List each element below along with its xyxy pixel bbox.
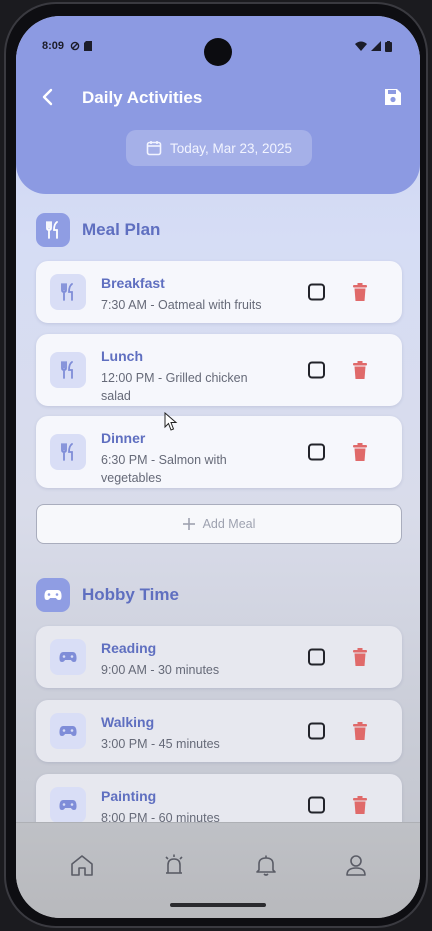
hobby-section-title: Hobby Time — [82, 585, 179, 604]
wifi-icon — [355, 41, 367, 51]
app-screen: 8:09 Daily Activities Today, Mar 23, 202… — [16, 16, 420, 918]
hobby-item-reading[interactable]: Reading 9:00 AM - 30 minutes — [36, 626, 402, 688]
save-icon — [385, 89, 401, 105]
gamepad-icon — [36, 578, 70, 612]
meal-name: Breakfast — [101, 275, 165, 291]
hobby-name: Reading — [101, 640, 157, 656]
complete-checkbox[interactable] — [308, 361, 325, 379]
hobby-description: 3:00 PM - 45 minutes — [101, 737, 220, 751]
nav-notifications[interactable] — [252, 851, 280, 879]
phone-frame: 8:09 Daily Activities Today, Mar 23, 202… — [4, 2, 428, 928]
delete-icon[interactable] — [352, 283, 368, 301]
complete-checkbox[interactable] — [308, 722, 325, 740]
delete-icon[interactable] — [352, 722, 368, 740]
meal-item-lunch[interactable]: Lunch 12:00 PM - Grilled chicken salad — [36, 334, 402, 406]
sim-icon — [84, 41, 93, 51]
complete-checkbox[interactable] — [308, 796, 325, 814]
hobby-section-header: Hobby Time — [36, 578, 179, 612]
complete-checkbox[interactable] — [308, 443, 325, 461]
hobby-name: Walking — [101, 714, 155, 730]
dnd-icon — [70, 41, 80, 51]
gamepad-icon — [50, 713, 86, 749]
mouse-cursor-icon — [164, 412, 178, 431]
utensils-icon — [36, 213, 70, 247]
save-button[interactable] — [380, 84, 406, 110]
alarm-icon — [165, 854, 183, 874]
calendar-icon — [146, 141, 162, 156]
nav-profile[interactable] — [342, 851, 370, 879]
status-time: 8:09 — [42, 40, 65, 52]
bottom-nav — [16, 822, 420, 918]
meal-name: Dinner — [101, 430, 146, 446]
complete-checkbox[interactable] — [308, 283, 325, 301]
utensils-icon — [50, 434, 86, 470]
date-selector[interactable]: Today, Mar 23, 2025 — [126, 130, 312, 166]
back-button[interactable] — [34, 84, 60, 110]
utensils-icon — [50, 352, 86, 388]
front-camera — [204, 38, 232, 66]
meal-name: Lunch — [101, 348, 143, 364]
gamepad-icon — [50, 639, 86, 675]
delete-icon[interactable] — [352, 796, 368, 814]
header: 8:09 Daily Activities Today, Mar 23, 202… — [16, 16, 420, 194]
home-indicator[interactable] — [170, 903, 266, 907]
utensils-icon — [50, 274, 86, 310]
hobby-description: 9:00 AM - 30 minutes — [101, 663, 220, 677]
nav-home[interactable] — [68, 851, 96, 879]
meal-description: 7:30 AM - Oatmeal with fruits — [101, 298, 262, 312]
nav-alarm[interactable] — [160, 851, 188, 879]
delete-icon[interactable] — [352, 443, 368, 461]
delete-icon[interactable] — [352, 648, 368, 666]
bell-icon — [256, 855, 276, 876]
chevron-left-icon — [42, 88, 53, 106]
date-label: Today, Mar 23, 2025 — [169, 140, 293, 156]
signal-icon — [371, 41, 381, 51]
add-meal-label: Add Meal — [202, 517, 256, 531]
add-meal-button[interactable]: Add Meal — [36, 504, 402, 544]
plus-icon — [182, 518, 195, 530]
page-title: Daily Activities — [82, 88, 203, 107]
meal-description: 12:00 PM - Grilled chicken salad — [101, 371, 248, 403]
delete-icon[interactable] — [352, 361, 368, 379]
home-icon — [71, 855, 93, 876]
profile-icon — [346, 855, 366, 876]
battery-icon — [385, 40, 392, 52]
hobby-item-walking[interactable]: Walking 3:00 PM - 45 minutes — [36, 700, 402, 762]
meal-section-title: Meal Plan — [82, 220, 161, 239]
meal-section-header: Meal Plan — [36, 213, 160, 247]
meal-description: 6:30 PM - Salmon with vegetables — [101, 453, 227, 485]
hobby-name: Painting — [101, 788, 157, 804]
complete-checkbox[interactable] — [308, 648, 325, 666]
meal-item-breakfast[interactable]: Breakfast 7:30 AM - Oatmeal with fruits — [36, 261, 402, 323]
gamepad-icon — [50, 787, 86, 823]
meal-item-dinner[interactable]: Dinner 6:30 PM - Salmon with vegetables — [36, 416, 402, 488]
